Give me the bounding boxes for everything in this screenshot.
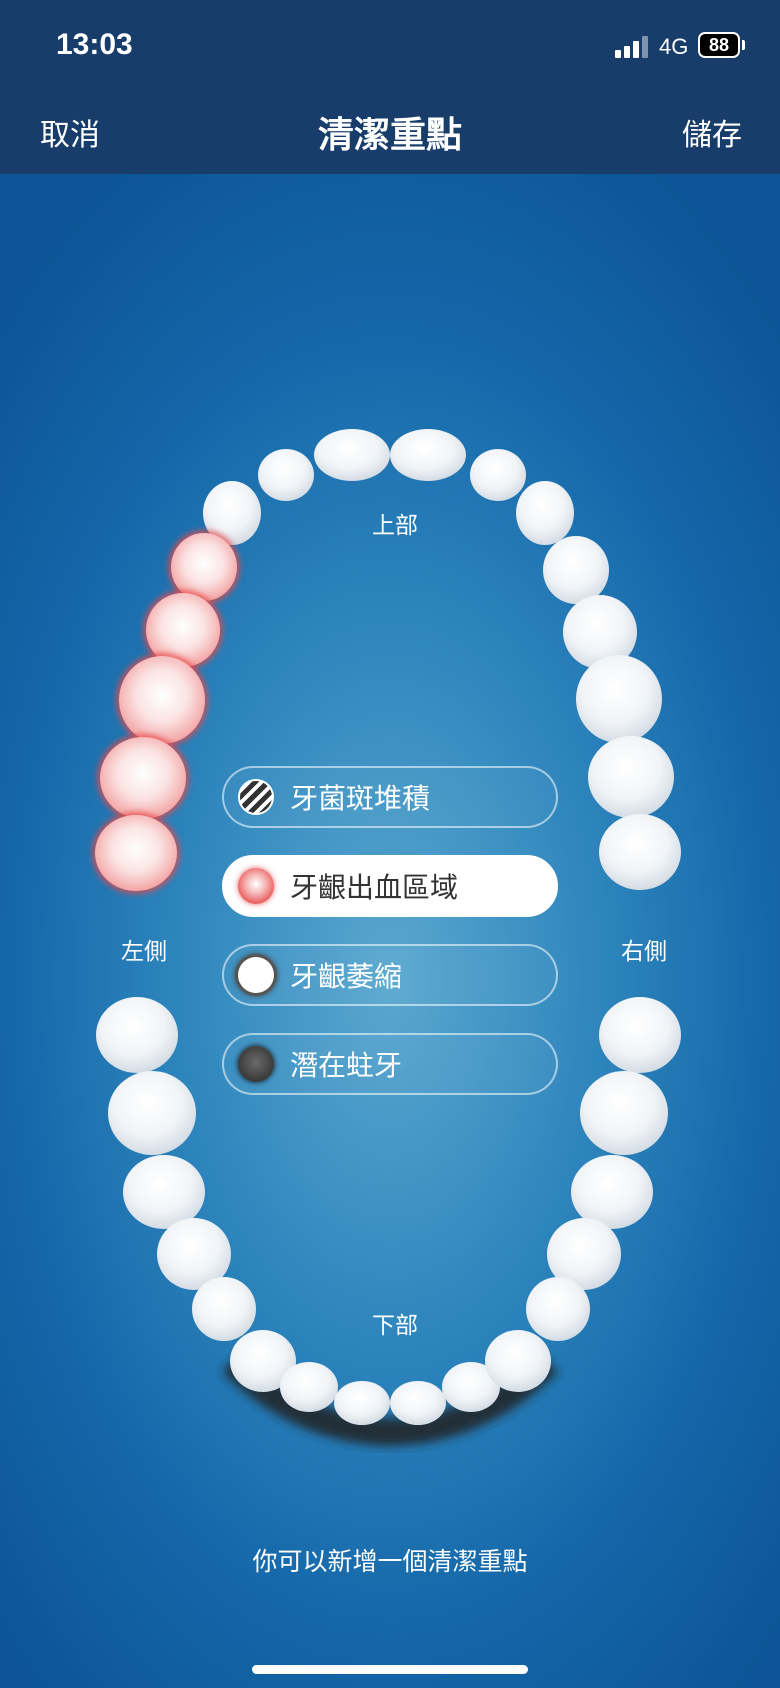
tooth[interactable] [526, 1277, 590, 1341]
left-side-label: 左側 [121, 939, 167, 965]
lower-front-teeth-decay[interactable] [222, 1330, 558, 1447]
tooth[interactable] [258, 449, 314, 501]
tooth[interactable] [390, 429, 466, 481]
tooth[interactable] [119, 656, 205, 744]
white-circle-icon [238, 957, 274, 993]
tooth[interactable] [580, 1071, 668, 1155]
tooth[interactable] [485, 1330, 551, 1392]
tooth[interactable] [100, 737, 186, 819]
upper-left-teeth-bleeding[interactable] [92, 530, 240, 894]
option-gum-bleeding[interactable]: 牙齦出血區域 [222, 855, 558, 917]
tooth[interactable] [95, 815, 177, 891]
option-label: 牙齦出血區域 [290, 871, 459, 904]
hatched-circle-icon [238, 779, 274, 815]
option-label: 牙菌斑堆積 [290, 782, 431, 815]
upper-right-teeth[interactable] [516, 481, 681, 890]
teeth-diagram [92, 429, 681, 1447]
tooth[interactable] [280, 1362, 338, 1412]
tooth[interactable] [599, 814, 681, 890]
tooth[interactable] [516, 481, 574, 545]
tooth[interactable] [334, 1381, 390, 1425]
red-circle-icon [238, 868, 274, 904]
option-plaque[interactable]: 牙菌斑堆積 [222, 766, 558, 828]
hint-text: 你可以新增一個清潔重點 [252, 1547, 528, 1576]
option-potential-decay[interactable]: 潛在蛀牙 [222, 1033, 558, 1095]
tooth[interactable] [543, 536, 609, 604]
tooth[interactable] [470, 449, 526, 501]
tooth[interactable] [123, 1155, 205, 1229]
tooth[interactable] [576, 655, 662, 743]
option-label: 潛在蛀牙 [290, 1049, 403, 1082]
tooth[interactable] [588, 736, 674, 818]
tooth[interactable] [571, 1155, 653, 1229]
home-indicator[interactable] [252, 1665, 528, 1674]
tooth[interactable] [390, 1381, 446, 1425]
tooth[interactable] [108, 1071, 196, 1155]
tooth[interactable] [314, 429, 390, 481]
tooth[interactable] [96, 997, 178, 1073]
tooth[interactable] [599, 997, 681, 1073]
option-label: 牙齦萎縮 [290, 960, 403, 993]
option-gum-recession[interactable]: 牙齦萎縮 [222, 944, 558, 1006]
lower-jaw-label: 下部 [372, 1313, 418, 1339]
tooth[interactable] [192, 1277, 256, 1341]
upper-jaw-label: 上部 [372, 513, 418, 539]
dark-circle-icon [238, 1046, 274, 1082]
right-side-label: 右側 [621, 939, 667, 965]
